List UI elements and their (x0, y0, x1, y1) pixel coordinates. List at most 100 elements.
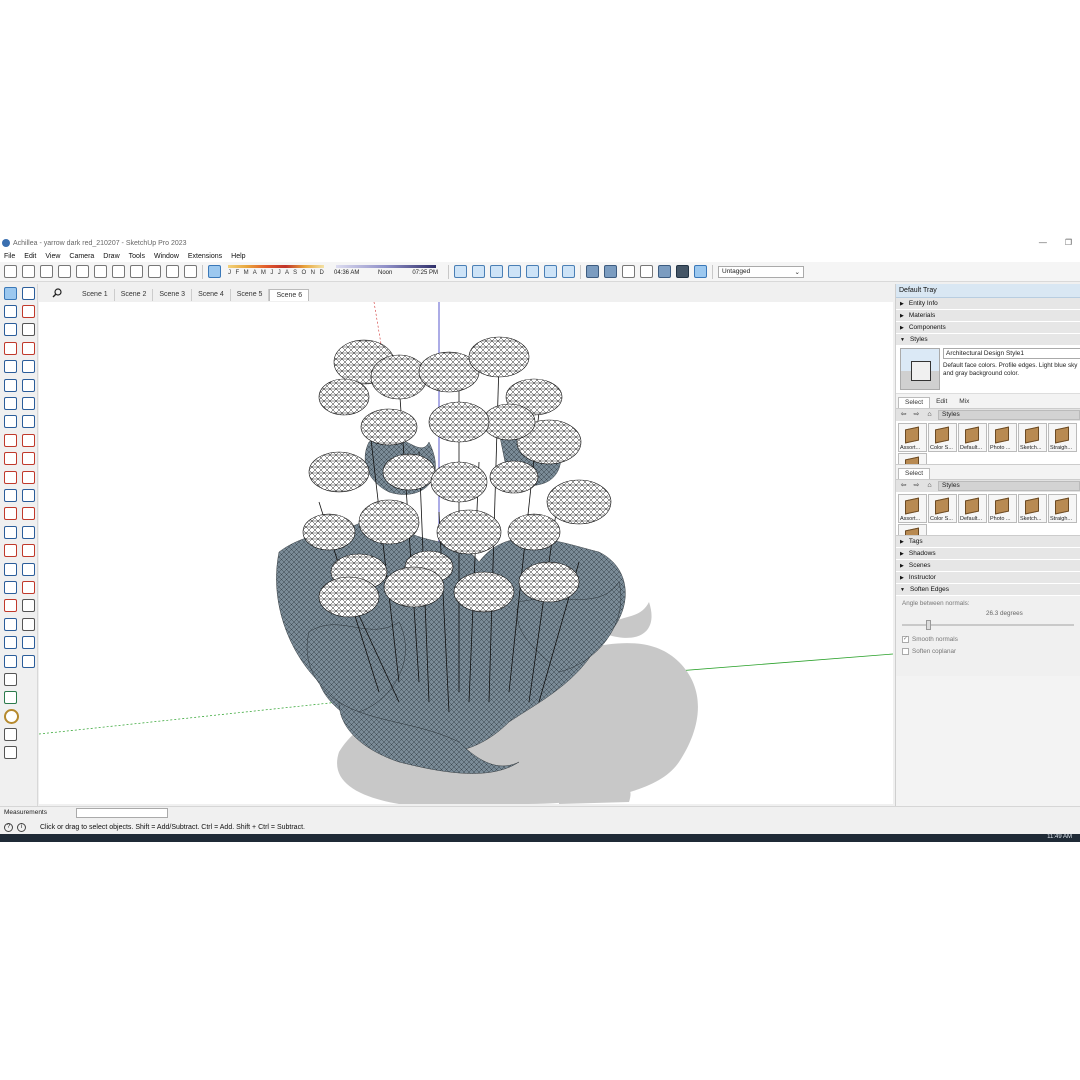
smooth-normals-checkbox[interactable]: ✓ (902, 636, 909, 643)
menu-draw[interactable]: Draw (103, 253, 119, 260)
back-arrow-icon[interactable]: ⇦ (899, 411, 908, 420)
section-entity-info[interactable]: ▶ Entity Info (896, 298, 1080, 310)
orbit-tool-icon[interactable] (22, 544, 35, 558)
look-around-icon[interactable] (4, 617, 17, 631)
style-thumb-item[interactable]: Assort... (898, 494, 927, 523)
menu-camera[interactable]: Camera (69, 253, 94, 260)
print-icon[interactable] (166, 265, 179, 278)
shaded-style-icon[interactable] (658, 265, 671, 278)
section-shadows[interactable]: ▶ Shadows (896, 548, 1080, 560)
line-tool-icon[interactable] (4, 341, 17, 355)
undo-icon[interactable] (130, 265, 143, 278)
cut-icon[interactable] (58, 265, 71, 278)
tab-scene-3[interactable]: Scene 3 (153, 289, 193, 301)
menu-tools[interactable]: Tools (129, 253, 145, 260)
rectangle-tool-icon[interactable] (4, 360, 17, 374)
zoom-extents-icon[interactable] (22, 580, 35, 594)
home-icon[interactable]: ⌂ (925, 482, 934, 491)
dimension-tool-icon[interactable] (22, 488, 35, 502)
style-name-field[interactable]: Architectural Design Style1 (943, 348, 1080, 359)
zoom-tool-icon[interactable] (22, 562, 35, 576)
sandbox-smoove-icon[interactable] (4, 746, 17, 760)
front-view-icon[interactable] (490, 265, 503, 278)
style-thumb-item[interactable] (898, 453, 927, 464)
tab-select[interactable]: Select (898, 397, 931, 408)
style-thumb-item[interactable]: Sketch... (1018, 494, 1047, 523)
redo-icon[interactable] (148, 265, 161, 278)
forward-arrow-icon[interactable]: ⇨ (912, 411, 921, 420)
back-view-icon[interactable] (526, 265, 539, 278)
measurements-input[interactable] (76, 807, 168, 818)
home-icon[interactable]: ⌂ (925, 411, 934, 420)
menu-edit[interactable]: Edit (24, 253, 36, 260)
ring-tool-icon[interactable] (4, 708, 19, 724)
style-thumb-item[interactable]: Default... (958, 423, 987, 452)
shadow-date-slider[interactable]: J F M A M J J A S O N D (226, 263, 326, 281)
section-materials[interactable]: ▶ Materials (896, 310, 1080, 322)
layout-send-icon[interactable] (4, 654, 17, 668)
scale-tool-icon[interactable] (4, 470, 17, 484)
library-dropdown-secondary[interactable]: Styles (938, 481, 1080, 491)
tag-tool-icon[interactable] (4, 323, 17, 337)
back-edges-style-icon[interactable] (604, 265, 617, 278)
three-point-arc-icon[interactable] (4, 415, 17, 429)
library-dropdown[interactable]: Styles (938, 410, 1080, 420)
info-icon[interactable]: i (17, 822, 26, 832)
move-tool-icon[interactable] (4, 433, 17, 447)
slider-thumb[interactable] (926, 620, 931, 630)
style-description[interactable]: Default face colors. Profile edges. Ligh… (943, 362, 1080, 377)
section-components[interactable]: ▶ Components (896, 322, 1080, 334)
erase-delete-icon[interactable] (112, 265, 125, 278)
protractor-icon[interactable] (4, 507, 17, 521)
angle-slider[interactable] (902, 619, 1074, 631)
smooth-normals-row[interactable]: ✓ Smooth normals (902, 636, 1074, 643)
monochrome-style-icon[interactable] (694, 265, 707, 278)
tape-measure-icon[interactable] (4, 488, 17, 502)
style-thumb-item[interactable]: Photo ... (988, 494, 1017, 523)
style-thumb-item[interactable]: Straigh... (1048, 494, 1077, 523)
minimize-icon[interactable]: — (1039, 238, 1047, 247)
menu-file[interactable]: File (4, 253, 15, 260)
open-folder-icon[interactable] (22, 265, 35, 278)
section-scenes[interactable]: ▶ Scenes (896, 560, 1080, 572)
section-styles[interactable]: ▼ Styles (896, 334, 1080, 346)
model-viewport[interactable] (39, 302, 893, 804)
copy-icon[interactable] (76, 265, 89, 278)
pan-tool-icon[interactable] (4, 562, 17, 576)
left-view-icon[interactable] (544, 265, 557, 278)
walk-tool-icon[interactable] (22, 599, 35, 613)
section-instructor[interactable]: ▶ Instructor (896, 572, 1080, 584)
shadow-time-slider[interactable]: 04:36 AM Noon 07:25 PM (334, 263, 438, 281)
hidden-line-style-icon[interactable] (640, 265, 653, 278)
new-file-icon[interactable] (4, 265, 17, 278)
zoom-window-icon[interactable] (4, 580, 17, 594)
solar-north-icon[interactable] (4, 691, 17, 705)
section-plane-icon[interactable] (4, 544, 17, 558)
shaded-textures-style-icon[interactable] (676, 265, 689, 278)
position-camera-icon[interactable] (4, 599, 17, 613)
back-arrow-icon[interactable]: ⇦ (899, 482, 908, 491)
save-icon[interactable] (40, 265, 53, 278)
menu-help[interactable]: Help (231, 253, 245, 260)
menu-extensions[interactable]: Extensions (188, 253, 222, 260)
soften-coplanar-row[interactable]: Soften coplanar (902, 648, 1074, 655)
tag-dropdown[interactable]: Untagged ⌄ (718, 265, 804, 278)
shadows-toggle-icon[interactable] (208, 265, 221, 278)
restore-icon[interactable]: ❐ (1065, 238, 1072, 247)
style-thumb-item[interactable]: Color S... (928, 423, 957, 452)
section-soften-edges[interactable]: ▼ Soften Edges (896, 584, 1080, 596)
tab-edit[interactable]: Edit (930, 397, 953, 408)
warehouse-icon[interactable] (4, 636, 17, 650)
wireframe-style-icon[interactable] (622, 265, 635, 278)
ruler-triangle-icon[interactable] (4, 728, 17, 742)
select-tool-icon[interactable] (4, 286, 17, 300)
rotate-tool-icon[interactable] (4, 452, 17, 466)
top-view-icon[interactable] (472, 265, 485, 278)
style-thumb-item[interactable]: Color S... (928, 494, 957, 523)
arc-tool-icon[interactable] (4, 397, 17, 411)
offset-tool-icon[interactable] (22, 470, 35, 484)
sandbox-icon[interactable] (22, 617, 35, 631)
eraser-icon[interactable] (22, 305, 35, 319)
menu-window[interactable]: Window (154, 253, 179, 260)
soften-coplanar-checkbox[interactable] (902, 648, 909, 655)
